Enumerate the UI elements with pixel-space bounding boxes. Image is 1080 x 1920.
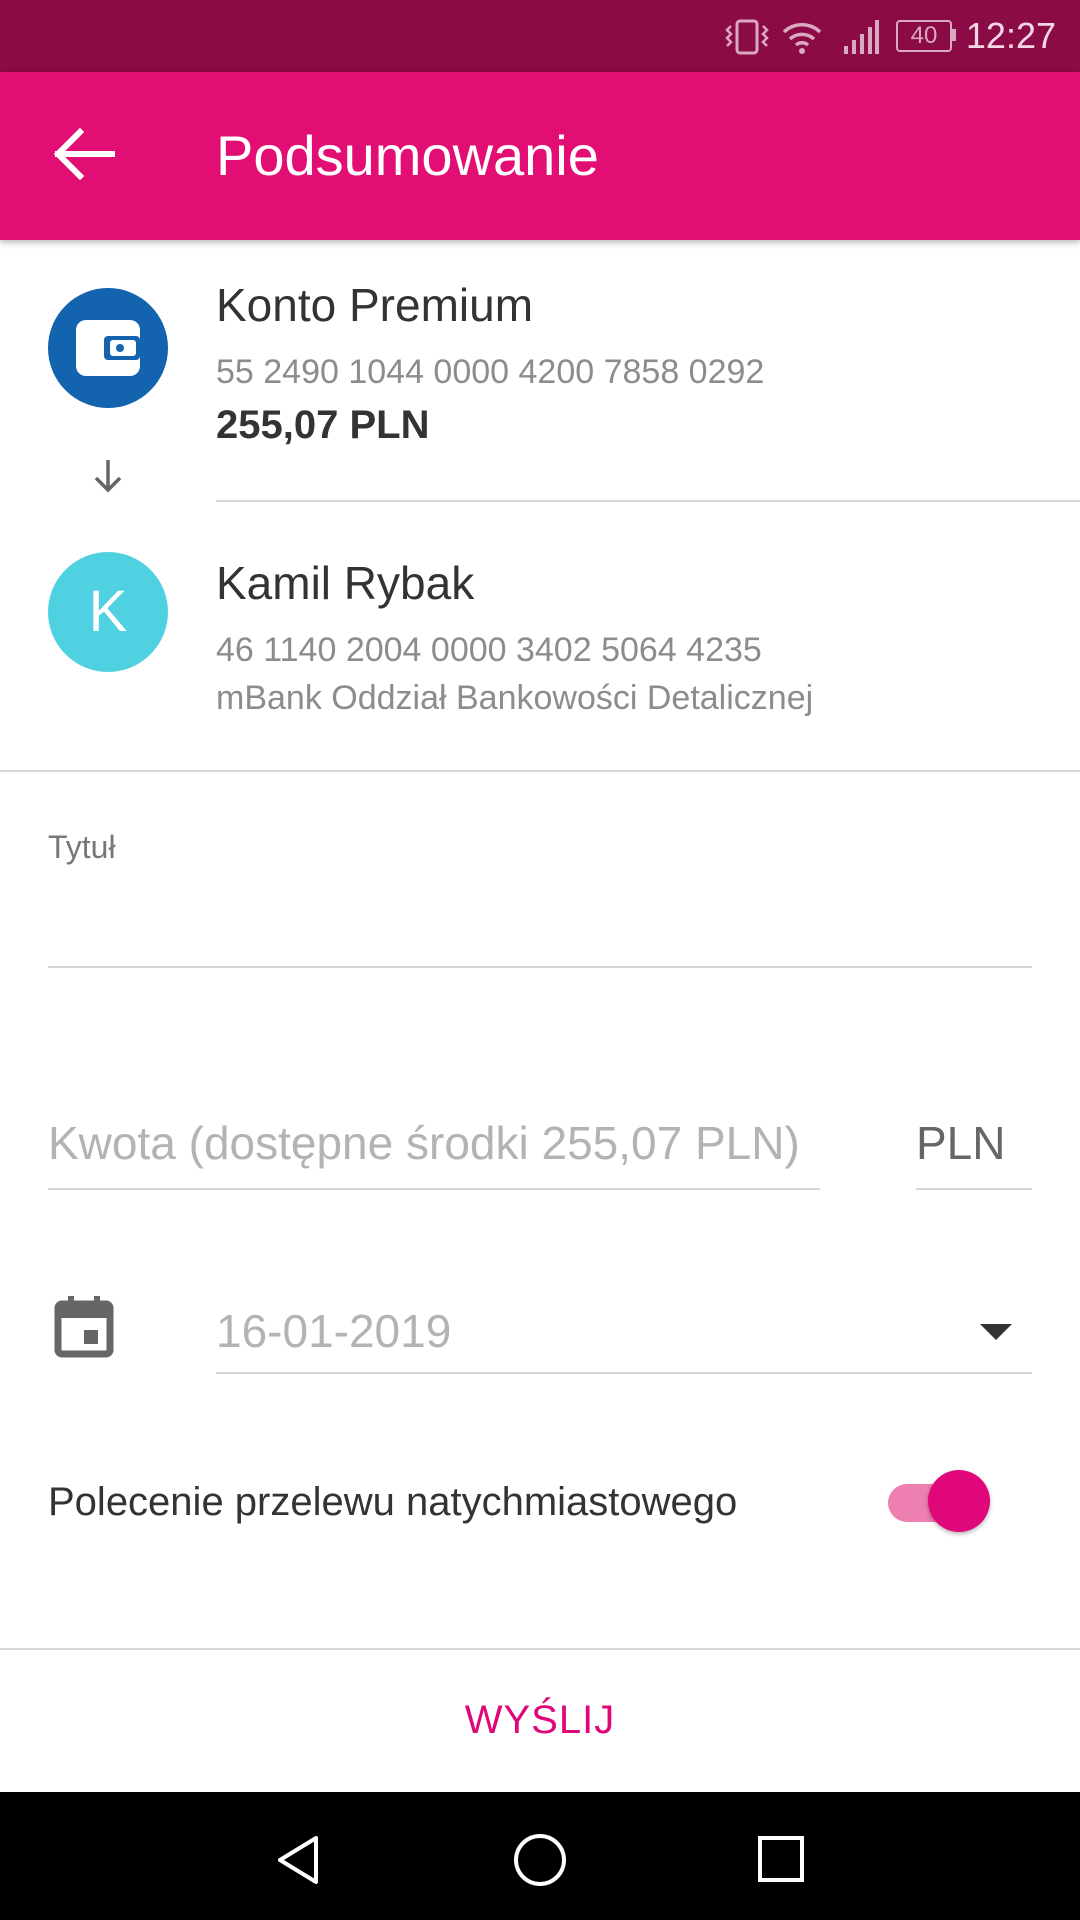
account-avatar [48, 288, 168, 408]
amount-input-underline [48, 1188, 820, 1190]
date-underline [216, 1372, 1032, 1374]
currency-underline [916, 1188, 1032, 1190]
divider [216, 500, 1080, 502]
source-account-balance: 255,07 PLN [216, 403, 430, 447]
battery-icon: 40 [896, 20, 956, 52]
calendar-icon[interactable] [54, 1294, 114, 1358]
back-arrow-icon[interactable] [50, 124, 120, 184]
recipient-bank: mBank Oddział Bankowości Detalicznej [216, 679, 814, 717]
wifi-icon [782, 23, 822, 54]
dropdown-arrow-icon [980, 1324, 1012, 1340]
wallet-icon [76, 320, 140, 376]
system-nav-bar [0, 1792, 1080, 1920]
nav-recents-icon[interactable] [756, 1834, 806, 1884]
source-account-number: 55 2490 1044 0000 4200 7858 0292 [216, 353, 765, 391]
vibrate-icon [725, 19, 769, 55]
send-button[interactable]: WYŚLIJ [0, 1650, 1080, 1790]
date-select[interactable]: 16-01-2019 [216, 1304, 1032, 1374]
status-time: 12:27 [965, 15, 1056, 56]
nav-back-icon[interactable] [274, 1834, 322, 1886]
page-title: Podsumowanie [216, 124, 599, 187]
source-account-name: Konto Premium [216, 279, 534, 331]
nav-home-icon[interactable] [512, 1832, 568, 1888]
down-arrow-icon [94, 460, 122, 493]
recipient-account-number: 46 1140 2004 0000 3402 5064 4235 [216, 631, 762, 669]
title-input[interactable] [48, 880, 1032, 966]
instant-transfer-toggle[interactable] [880, 1460, 1000, 1540]
app-bar: Podsumowanie [0, 72, 1080, 240]
title-field-label: Tytuł [48, 829, 116, 865]
recipient-name: Kamil Rybak [216, 557, 475, 609]
date-value: 16-01-2019 [216, 1305, 452, 1357]
divider [0, 770, 1080, 772]
battery-level: 40 [896, 20, 952, 52]
currency-select[interactable]: PLN [916, 1116, 1005, 1170]
title-input-underline [48, 966, 1032, 968]
status-bar: 40 12:27 [0, 0, 1080, 72]
instant-transfer-label: Polecenie przelewu natychmiastowego [48, 1480, 738, 1524]
recipient-avatar: K [48, 552, 168, 672]
signal-icon [844, 20, 879, 54]
amount-placeholder: Kwota (dostępne środki 255,07 PLN) [48, 1117, 800, 1169]
toggle-thumb [928, 1470, 990, 1532]
amount-input[interactable]: Kwota (dostępne środki 255,07 PLN) [48, 1116, 820, 1188]
